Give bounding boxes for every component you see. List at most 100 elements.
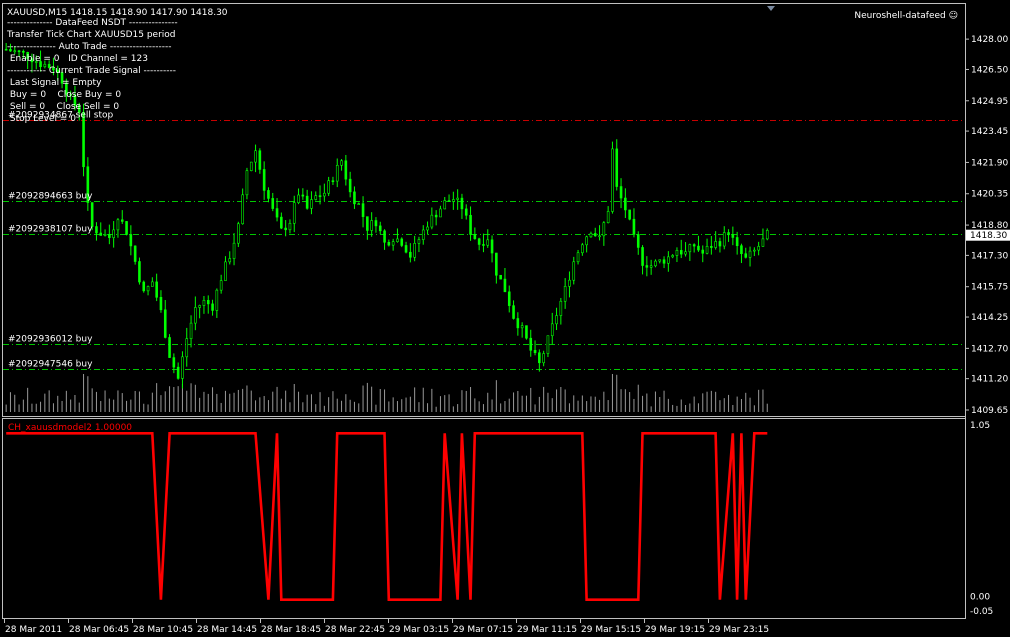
candle-body <box>357 203 361 205</box>
candle-body <box>344 160 348 180</box>
candle-body <box>310 199 313 209</box>
candle-body <box>559 300 563 316</box>
candle-body <box>516 318 520 329</box>
candle-body <box>90 202 94 227</box>
y-tick-label: 1424.95 <box>971 97 1008 107</box>
y-tick-label: 1409.65 <box>971 406 1008 416</box>
candle-body <box>727 232 730 236</box>
candle-body <box>361 203 365 217</box>
candle-body <box>95 226 98 234</box>
candle-body <box>189 322 193 339</box>
candle-body <box>692 244 696 247</box>
chart-background <box>0 0 1010 637</box>
candle-body <box>176 366 180 379</box>
candle-body <box>211 303 214 311</box>
x-tick-label: 28 Mar 06:45 <box>69 625 129 635</box>
candle-body <box>370 220 373 231</box>
x-tick-label: 28 Mar 22:45 <box>325 625 385 635</box>
order-label: #2092947546 buy <box>8 360 93 370</box>
candle-body <box>641 247 644 266</box>
candle-body <box>469 214 472 235</box>
candle-body <box>185 338 189 358</box>
candle-body <box>297 194 300 203</box>
candle-body <box>146 286 150 292</box>
candle-body <box>387 241 391 246</box>
candle-body <box>348 178 352 193</box>
candle-body <box>585 236 588 246</box>
candle-body <box>426 226 429 231</box>
candle-body <box>503 278 507 293</box>
candle-body <box>658 259 662 262</box>
candle-body <box>142 281 146 292</box>
x-tick-label: 29 Mar 19:15 <box>645 625 705 635</box>
candle-body <box>417 239 421 244</box>
candle-body <box>318 195 322 197</box>
candle-body <box>542 353 545 364</box>
candle-body <box>507 291 511 306</box>
candle-body <box>430 214 434 228</box>
indicator-y-tick-label: 0.00 <box>970 593 990 603</box>
indicator-y-tick-label: 1.05 <box>970 421 990 431</box>
candle-body <box>654 260 657 267</box>
y-tick-label: 1411.20 <box>971 375 1008 385</box>
candle-body <box>396 238 399 242</box>
candle-body <box>701 249 705 254</box>
candle-body <box>615 148 619 187</box>
candle-body <box>155 281 158 298</box>
candle-body <box>340 160 343 166</box>
candle-body <box>628 209 631 220</box>
candle-body <box>602 222 606 237</box>
y-tick-label: 1417.30 <box>971 251 1008 261</box>
candle-body <box>138 261 141 283</box>
candle-body <box>249 161 253 171</box>
candle-body <box>744 253 748 258</box>
candle-body <box>275 208 279 218</box>
candle-body <box>765 230 769 240</box>
candle-body <box>757 246 760 251</box>
candle-body <box>486 239 490 246</box>
price-chart[interactable]: 1428.00 1426.50 1424.95 1423.45 1421.90 1420.… <box>0 0 1010 637</box>
order-label: #2092938107 buy <box>8 225 93 235</box>
candle-body <box>495 252 498 276</box>
candle-body <box>163 309 167 338</box>
y-tick-label: 1423.45 <box>971 127 1008 137</box>
candle-body <box>473 234 477 240</box>
candle-body <box>327 180 330 194</box>
candle-body <box>568 279 571 287</box>
candle-body <box>241 194 244 225</box>
x-tick-label: 29 Mar 07:15 <box>453 625 513 635</box>
candle-body <box>168 337 171 358</box>
comment-line: --------------- Auto Trade -------------… <box>7 42 172 52</box>
candle-body <box>391 241 395 246</box>
candle-body <box>538 352 541 364</box>
candle-body <box>288 222 292 231</box>
current-price-box: 1418.30 <box>966 229 1010 241</box>
candle-body <box>99 232 103 236</box>
candle-body <box>232 242 236 259</box>
candle-body <box>563 286 567 302</box>
candle-body <box>447 200 451 202</box>
candle-body <box>490 239 494 254</box>
candle-body <box>662 259 666 264</box>
candle-body <box>409 251 412 258</box>
y-tick-label: 1426.50 <box>971 65 1008 75</box>
candle-body <box>555 315 558 325</box>
y-tick-label: 1418.80 <box>971 221 1008 231</box>
candle-body <box>512 305 515 319</box>
comment-line: ------------ Current Trade Signal ------… <box>7 66 176 76</box>
order-label: #2092936012 buy <box>8 335 93 345</box>
candle-body <box>284 227 287 231</box>
candle-body <box>245 170 249 196</box>
candle-body <box>202 300 206 306</box>
candle-body <box>206 300 210 305</box>
indicator-name: CH_xauusdmodel2 1.00000 <box>8 423 132 433</box>
candle-body <box>632 218 636 235</box>
comment-line: Sell = 0 Close Sell = 0 <box>7 102 120 112</box>
y-tick-label: 1421.90 <box>971 158 1008 168</box>
current-price-label: 1418.30 <box>970 231 1007 241</box>
candle-body <box>228 258 232 263</box>
x-tick-label: 28 Mar 10:45 <box>133 625 193 635</box>
candle-body <box>314 195 318 200</box>
x-tick-label: 28 Mar 2011 <box>5 625 62 635</box>
candle-body <box>443 200 447 210</box>
